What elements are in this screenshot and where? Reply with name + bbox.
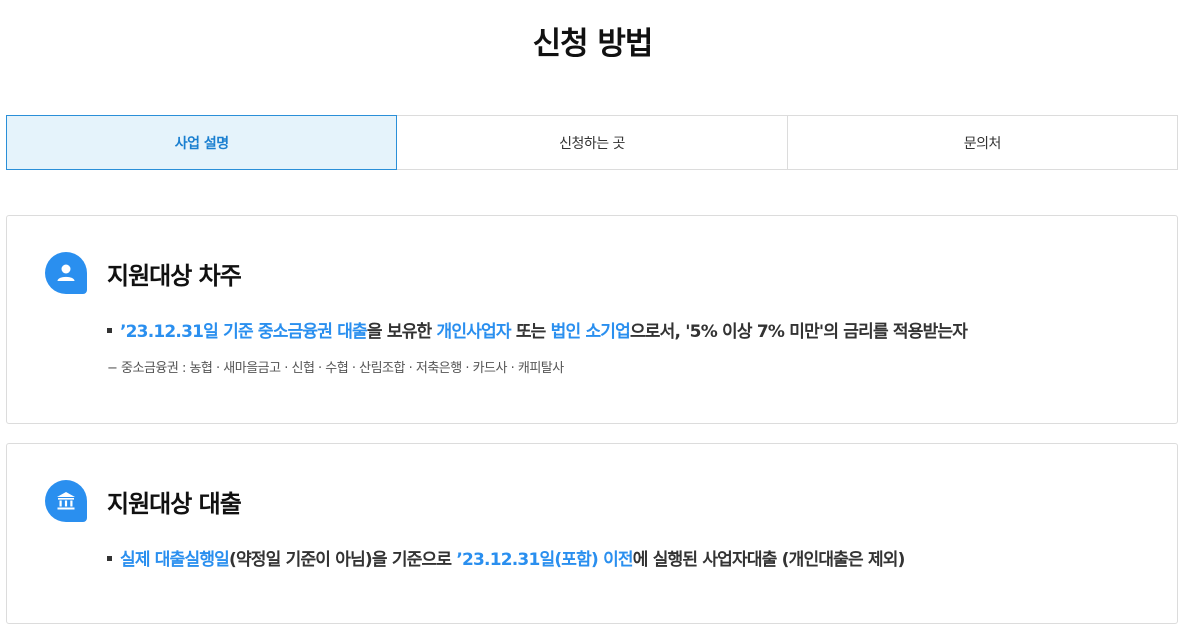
loan-criteria-text-2: 에 실행된 사업자대출 (개인대출은 제외) [632,550,906,570]
tab-contact[interactable]: 문의처 [786,115,1178,170]
borrower-card-title: 지원대상 차주 [107,261,242,290]
tab-business-description[interactable]: 사업 설명 [6,115,398,170]
bank-icon [45,480,87,522]
loan-card-title: 지원대상 대출 [107,489,242,518]
person-icon [45,252,87,294]
borrower-criteria: ’23.12.31일 기준 중소금융권 대출을 보유한 개인사업자 또는 법인 … [107,317,968,342]
tab-application-location[interactable]: 신청하는 곳 [396,115,788,170]
borrower-criteria-highlight-3: 법인 소기업 [550,322,631,342]
loan-criteria-highlight-1: 실제 대출실행일 [120,550,230,570]
loan-card: 지원대상 대출 실제 대출실행일(약정일 기준이 아님)을 기준으로 ’23.1… [6,443,1178,624]
loan-criteria-highlight-2: ’23.12.31일(포함) 이전 [456,550,633,570]
loan-card-header: 지원대상 대출 [45,480,242,522]
borrower-criteria-text-2: 또는 [510,322,551,342]
borrower-card-header: 지원대상 차주 [45,252,242,294]
loan-criteria-text-1: (약정일 기준이 아님)을 기준으로 [229,550,457,570]
bullet-marker [107,555,112,561]
borrower-criteria-highlight-2: 개인사업자 [436,322,512,342]
tab-bar: 사업 설명 신청하는 곳 문의처 [6,115,1178,170]
borrower-card: 지원대상 차주 ’23.12.31일 기준 중소금융권 대출을 보유한 개인사업… [6,215,1178,424]
financial-institutions-note: − 중소금융권 : 농협 · 새마을금고 · 신협 · 수협 · 산림조합 · … [107,361,564,376]
borrower-criteria-text-1: 을 보유한 [366,322,437,342]
borrower-criteria-text-3: 으로서, '5% 이상 7% 미만'의 금리를 적용받는자 [629,322,968,342]
loan-criteria: 실제 대출실행일(약정일 기준이 아님)을 기준으로 ’23.12.31일(포함… [107,545,905,570]
borrower-criteria-highlight-1: ’23.12.31일 기준 중소금융권 대출 [120,322,368,342]
page-title: 신청 방법 [532,26,654,62]
bullet-marker [107,327,112,333]
